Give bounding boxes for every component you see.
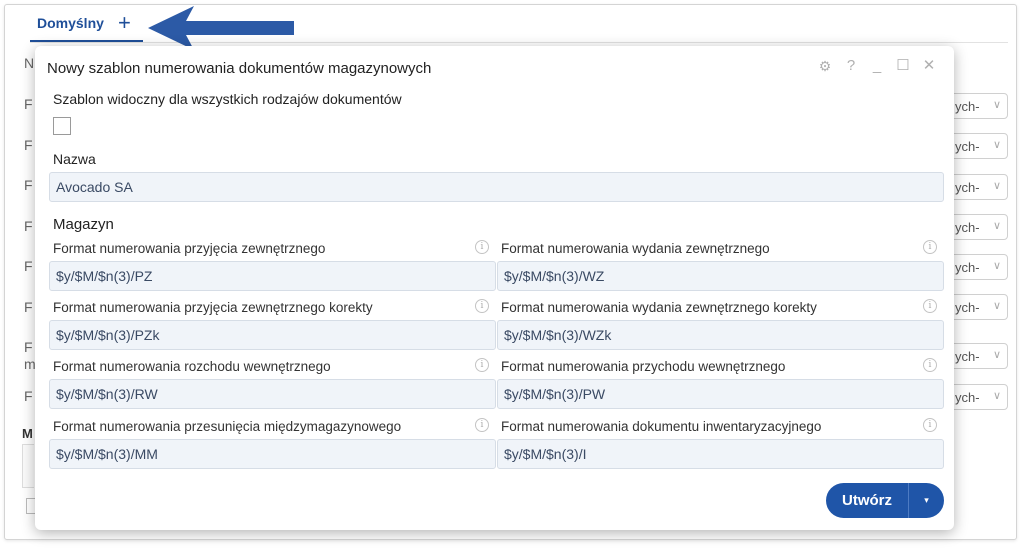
info-icon[interactable]: i — [923, 240, 937, 254]
background-select[interactable]: ych- ∨ — [946, 294, 1008, 320]
numbering-template-dialog: Nowy szablon numerowania dokumentów maga… — [35, 46, 954, 530]
background-select[interactable]: ych- ∨ — [946, 93, 1008, 119]
chevron-down-icon: ∨ — [992, 180, 1001, 192]
field-label: Format numerowania rozchodu wewnętrznego — [53, 359, 331, 374]
background-select[interactable]: ych- ∨ — [946, 174, 1008, 200]
add-tab-button[interactable]: + — [118, 10, 131, 36]
chevron-down-icon: ∨ — [992, 139, 1001, 151]
create-split-button: Utwórz ▾ — [826, 483, 944, 518]
background-label: F — [24, 137, 33, 153]
tab-default[interactable]: Domyślny — [37, 15, 104, 31]
format-input[interactable]: $y/$M/$n(3)/PW — [497, 379, 944, 409]
background-label: F — [24, 258, 33, 274]
field-label: Format numerowania wydania zewnętrznego … — [501, 300, 817, 315]
field-label: Format numerowania przesunięcia międzyma… — [53, 419, 402, 434]
info-icon[interactable]: i — [923, 299, 937, 313]
close-icon[interactable]: ✕ — [916, 56, 942, 76]
chevron-down-icon: ∨ — [992, 349, 1001, 361]
background-label: F — [24, 218, 33, 234]
background-label: F — [24, 339, 33, 355]
field-label: Format numerowania przyjęcia zewnętrzneg… — [53, 241, 326, 256]
create-button[interactable]: Utwórz — [826, 483, 908, 518]
background-section-label: M — [22, 426, 33, 441]
dialog-title: Nowy szablon numerowania dokumentów maga… — [47, 60, 432, 77]
background-label: F — [24, 299, 33, 315]
background-label: m — [24, 356, 36, 372]
format-input[interactable]: $y/$M/$n(3)/WZ — [497, 261, 944, 291]
format-input[interactable]: $y/$M/$n(3)/RW — [49, 379, 496, 409]
name-input[interactable]: Avocado SA — [49, 172, 944, 202]
info-icon[interactable]: i — [923, 358, 937, 372]
format-input[interactable]: $y/$M/$n(3)/PZ — [49, 261, 496, 291]
field-label: Format numerowania przyjęcia zewnętrzneg… — [53, 300, 373, 315]
info-icon[interactable]: i — [475, 418, 489, 432]
background-label: F — [24, 177, 33, 193]
visibility-checkbox[interactable] — [53, 117, 71, 135]
chevron-down-icon: ∨ — [992, 99, 1001, 111]
background-label: F — [24, 388, 33, 404]
chevron-down-icon: ∨ — [992, 300, 1001, 312]
gear-icon[interactable]: ⚙ — [812, 56, 838, 76]
field-label: Format numerowania wydania zewnętrznego — [501, 241, 770, 256]
format-input[interactable]: $y/$M/$n(3)/PZk — [49, 320, 496, 350]
field-label: Format numerowania przychodu wewnętrzneg… — [501, 359, 786, 374]
format-input[interactable]: $y/$M/$n(3)/I — [497, 439, 944, 469]
chevron-down-icon: ∨ — [992, 220, 1001, 232]
chevron-down-icon[interactable]: ▾ — [909, 483, 944, 518]
info-icon[interactable]: i — [923, 418, 937, 432]
minimize-icon[interactable]: _ — [864, 56, 890, 76]
background-select[interactable]: ych- ∨ — [946, 254, 1008, 280]
visibility-label: Szablon widoczny dla wszystkich rodzajów… — [53, 91, 402, 107]
format-input[interactable]: $y/$M/$n(3)/MM — [49, 439, 496, 469]
format-input[interactable]: $y/$M/$n(3)/WZk — [497, 320, 944, 350]
background-panel — [22, 444, 34, 488]
chevron-down-icon: ∨ — [992, 260, 1001, 272]
name-label: Nazwa — [53, 151, 96, 167]
background-select[interactable]: ych- ∨ — [946, 384, 1008, 410]
background-select[interactable]: ych- ∨ — [946, 343, 1008, 369]
maximize-icon[interactable]: ☐ — [890, 56, 916, 76]
info-icon[interactable]: i — [475, 240, 489, 254]
chevron-down-icon: ∨ — [992, 390, 1001, 402]
help-icon[interactable]: ? — [838, 56, 864, 76]
info-icon[interactable]: i — [475, 358, 489, 372]
background-label: N — [24, 55, 35, 71]
background-label: F — [24, 96, 33, 112]
info-icon[interactable]: i — [475, 299, 489, 313]
annotation-arrow-icon — [148, 6, 294, 50]
background-select[interactable]: ych- ∨ — [946, 133, 1008, 159]
dialog-window-controls: ⚙ ? _ ☐ ✕ — [812, 56, 942, 76]
section-title: Magazyn — [53, 216, 114, 233]
field-label: Format numerowania dokumentu inwentaryza… — [501, 419, 822, 434]
background-select[interactable]: ych- ∨ — [946, 214, 1008, 240]
